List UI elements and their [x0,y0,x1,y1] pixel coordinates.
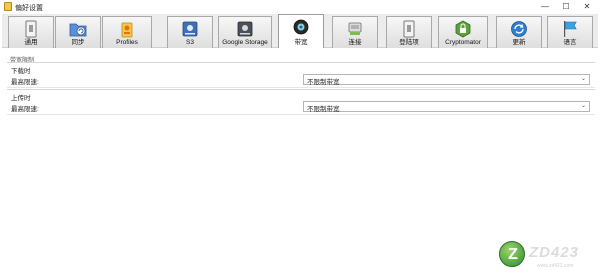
download-limit-value: 不限制带宽 [307,79,340,86]
tab-sync-label: 同步 [71,39,85,46]
tab-google-storage-label: Google Storage [222,39,268,46]
watermark-url: www.zd423.com [537,263,574,269]
download-limit-label: 最高限速: [11,79,39,86]
watermark-brand: ZD423 [529,244,580,261]
window-title: 偏好设置 [15,5,43,12]
tab-cryptomator[interactable]: Cryptomator [438,16,488,48]
profiles-icon [121,22,133,38]
tab-update[interactable]: 更新 [496,16,542,48]
download-limit-select[interactable]: 不限制带宽 ⌄ [303,74,590,86]
tab-general-label: 通用 [24,39,38,46]
bandwidth-icon [293,19,309,35]
tab-update-label: 更新 [512,39,526,46]
upload-group-title: 上传时 [11,95,31,102]
upload-limit-label: 最高限速: [11,106,39,113]
chevron-down-icon: ⌄ [580,103,586,109]
tab-s3[interactable]: S3 [167,16,213,48]
download-group-title: 下载时 [11,68,31,75]
tab-bandwidth[interactable]: 带宽 [278,14,324,48]
upload-limit-value: 不限制带宽 [307,106,340,113]
upload-limit-select[interactable]: 不限制带宽 ⌄ [303,101,590,113]
tab-login-label: 登陆项 [399,39,419,46]
app-icon [4,2,12,11]
download-group: 下载时 最高限速: 不限制带宽 ⌄ [7,62,595,88]
tab-bandwidth-label: 带宽 [294,39,308,46]
chevron-down-icon: ⌄ [580,76,586,82]
tab-language[interactable]: 语言 [547,16,593,48]
tab-connection-label: 连接 [348,39,362,46]
watermark-badge-letter: Z [508,246,518,263]
tab-connection[interactable]: 连接 [332,16,378,48]
maximize-button[interactable]: ☐ [559,1,573,12]
tab-sync[interactable]: 同步 [55,16,101,48]
cryptomator-icon [455,20,471,38]
watermark-badge-icon: Z [499,241,525,267]
tab-profiles-label: Profiles [116,39,138,46]
tab-cryptomator-label: Cryptomator [445,39,481,46]
tab-profiles[interactable]: Profiles [102,16,152,48]
tab-language-label: 语言 [563,39,577,46]
tab-google-storage[interactable]: Google Storage [218,16,272,48]
upload-group: 上传时 最高限速: 不限制带宽 ⌄ [7,89,595,115]
google-storage-icon [237,21,253,37]
minimize-button[interactable]: — [538,1,552,12]
preferences-toolbar: 通用 同步 Profiles S3 Google Storage 带宽 连接 登… [2,14,598,48]
site-watermark: Z ZD423 www.zd423.com [497,240,597,272]
tab-s3-label: S3 [186,39,194,46]
close-button[interactable]: ✕ [580,1,594,12]
title-bar: 偏好设置 — ☐ ✕ [0,0,600,14]
tab-login[interactable]: 登陆项 [386,16,432,48]
tab-general[interactable]: 通用 [8,16,54,48]
s3-disk-icon [182,21,198,37]
